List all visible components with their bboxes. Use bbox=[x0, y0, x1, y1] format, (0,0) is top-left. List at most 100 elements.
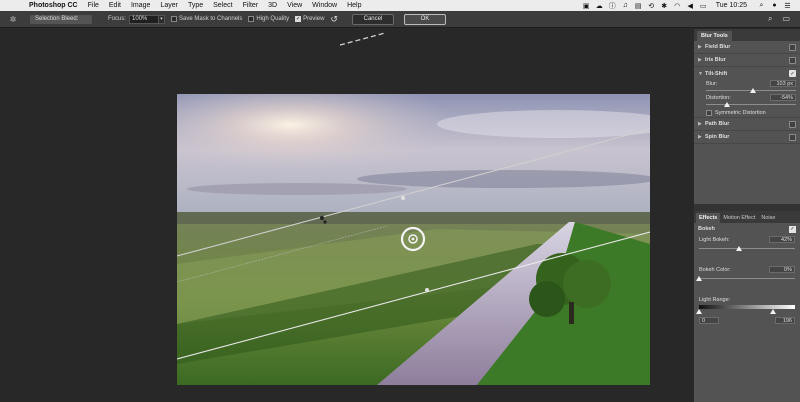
landscape-photo bbox=[177, 94, 650, 385]
battery-icon[interactable]: ▭ bbox=[699, 2, 708, 10]
light-range-max-thumb[interactable] bbox=[769, 309, 776, 314]
field-blur-label: Field Blur bbox=[705, 44, 731, 50]
camera-icon[interactable]: ▣ bbox=[582, 2, 591, 10]
bokeh-color-thumb[interactable] bbox=[696, 276, 702, 281]
tab-effects[interactable]: Effects bbox=[696, 213, 721, 223]
blur-slider-thumb[interactable] bbox=[749, 88, 756, 93]
field-blur-checkbox[interactable] bbox=[789, 43, 796, 51]
bokeh-color-input[interactable]: 0% bbox=[769, 266, 795, 273]
chevron-right-icon[interactable]: ▶ bbox=[698, 121, 705, 127]
bokeh-header: Bokeh ✓ bbox=[694, 223, 800, 235]
light-bokeh-label: Light Bokeh: bbox=[699, 237, 730, 243]
light-range-row: Light Range: 0 196 bbox=[694, 295, 800, 331]
bokeh-checkbox[interactable]: ✓ bbox=[789, 225, 796, 233]
path-blur-label: Path Blur bbox=[705, 121, 730, 127]
wifi-icon[interactable]: ◠ bbox=[673, 2, 682, 10]
light-bokeh-thumb[interactable] bbox=[736, 246, 743, 251]
iris-blur-checkbox[interactable] bbox=[789, 56, 796, 64]
high-quality-label: High Quality bbox=[256, 16, 290, 22]
blur-tools-tab[interactable]: Blur Tools bbox=[697, 31, 732, 41]
path-blur-checkbox[interactable] bbox=[789, 120, 796, 128]
options-bar: ✲ Selection Bleed: Focus: 100% ▾ Save Ma… bbox=[0, 11, 800, 28]
menu-3d[interactable]: 3D bbox=[268, 2, 277, 9]
light-range-gradient[interactable] bbox=[699, 305, 795, 309]
distortion-slider-thumb[interactable] bbox=[723, 102, 730, 107]
light-range-max-input[interactable]: 196 bbox=[775, 317, 795, 324]
spin-blur-checkbox[interactable] bbox=[789, 133, 796, 141]
photo-canvas[interactable] bbox=[177, 94, 650, 385]
cloud-icon[interactable]: ☁ bbox=[595, 2, 604, 10]
search-icon[interactable]: ⌕ bbox=[757, 2, 766, 10]
workspace-icon[interactable]: ▭ bbox=[782, 14, 790, 24]
iris-blur-row[interactable]: ▶ Iris Blur bbox=[694, 54, 800, 67]
reset-pins-icon[interactable]: ↺ bbox=[330, 14, 338, 25]
menu-image[interactable]: Image bbox=[131, 2, 150, 9]
effects-tabbar: Effects Motion Effect Noise bbox=[694, 211, 800, 223]
sync-icon[interactable]: ⟲ bbox=[647, 2, 656, 10]
menu-layer[interactable]: Layer bbox=[160, 2, 178, 9]
cancel-button[interactable]: Cancel bbox=[351, 13, 394, 25]
blur-tools-panel: Blur Tools ▶ Field Blur ▶ Iris Blur ▼ Ti… bbox=[693, 29, 800, 204]
chevron-down-icon[interactable]: ▼ bbox=[698, 71, 705, 77]
menu-bar: Photoshop CC File Edit Image Layer Type … bbox=[0, 0, 800, 11]
bokeh-color-track[interactable] bbox=[699, 278, 795, 279]
iris-blur-label: Iris Blur bbox=[705, 57, 726, 63]
blur-label: Blur: bbox=[706, 81, 718, 87]
tilt-shift-checkbox[interactable]: ✓ bbox=[789, 70, 796, 77]
lock-icon[interactable]: ▤ bbox=[634, 2, 643, 10]
light-range-min-input[interactable]: 0 bbox=[699, 317, 719, 324]
high-quality-checkbox-box[interactable] bbox=[248, 16, 255, 22]
search-icon[interactable]: ⌕ bbox=[768, 14, 772, 24]
field-blur-row[interactable]: ▶ Field Blur bbox=[694, 41, 800, 54]
info-icon[interactable]: ⓘ bbox=[608, 2, 617, 10]
menu-clock[interactable]: Tue 10:25 bbox=[716, 2, 747, 9]
distortion-slider-track[interactable] bbox=[706, 104, 796, 105]
user-avatar-icon[interactable]: ● bbox=[770, 2, 779, 10]
high-quality-checkbox[interactable]: High Quality bbox=[248, 16, 289, 22]
chevron-right-icon[interactable]: ▶ bbox=[698, 44, 705, 50]
menu-select[interactable]: Select bbox=[213, 2, 232, 9]
tilt-shift-label: Tilt-Shift bbox=[705, 70, 728, 77]
menu-edit[interactable]: Edit bbox=[109, 2, 121, 9]
menu-window[interactable]: Window bbox=[312, 2, 337, 9]
menu-file[interactable]: File bbox=[88, 2, 99, 9]
distortion-value-input[interactable]: -54% bbox=[770, 94, 796, 101]
focus-input[interactable]: 100% bbox=[129, 14, 160, 24]
tilt-shift-row[interactable]: ▼ Tilt-Shift ✓ bbox=[694, 67, 800, 80]
light-range-min-thumb[interactable] bbox=[696, 309, 702, 314]
preview-label: Preview bbox=[303, 16, 325, 22]
volume-icon[interactable]: ◀ bbox=[686, 2, 695, 10]
light-bokeh-track[interactable] bbox=[699, 248, 795, 249]
focus-dropdown-icon[interactable]: ▾ bbox=[159, 14, 166, 24]
spin-blur-row[interactable]: ▶ Spin Blur bbox=[694, 131, 800, 144]
music-icon[interactable]: ♫ bbox=[621, 2, 630, 10]
symmetric-distortion-checkbox[interactable]: Symmetric Distortion bbox=[694, 108, 800, 118]
ok-button[interactable]: OK bbox=[403, 13, 446, 25]
preview-checkbox-box[interactable]: ✓ bbox=[295, 16, 302, 22]
menu-help[interactable]: Help bbox=[347, 2, 361, 9]
chevron-right-icon[interactable]: ▶ bbox=[698, 57, 705, 63]
save-mask-checkbox[interactable]: Save Mask to Channels bbox=[171, 16, 242, 22]
blur-value-input[interactable]: 103 px bbox=[770, 80, 796, 87]
path-blur-row[interactable]: ▶ Path Blur bbox=[694, 118, 800, 131]
menu-app-name[interactable]: Photoshop CC bbox=[29, 2, 78, 9]
menu-filter[interactable]: Filter bbox=[243, 2, 259, 9]
bluetooth-icon[interactable]: ✱ bbox=[660, 2, 669, 10]
menu-view[interactable]: View bbox=[287, 2, 302, 9]
spin-blur-label: Spin Blur bbox=[705, 134, 730, 140]
symmetric-distortion-box[interactable] bbox=[706, 109, 712, 116]
save-mask-checkbox-box[interactable] bbox=[171, 16, 178, 22]
preview-checkbox[interactable]: ✓ Preview bbox=[295, 16, 324, 22]
focus-label: Focus: bbox=[108, 16, 127, 22]
bokeh-color-row: Bokeh Color: 0% bbox=[694, 265, 800, 295]
notification-list-icon[interactable]: ☰ bbox=[783, 2, 792, 10]
tab-motion-effect[interactable]: Motion Effect bbox=[720, 213, 758, 223]
blur-pin-tool-icon[interactable]: ✲ bbox=[6, 13, 20, 25]
light-bokeh-input[interactable]: 42% bbox=[769, 236, 795, 243]
chevron-right-icon[interactable]: ▶ bbox=[698, 134, 705, 140]
light-bokeh-row: Light Bokeh: 42% bbox=[694, 235, 800, 265]
canvas-area[interactable] bbox=[0, 29, 693, 402]
menu-type[interactable]: Type bbox=[188, 2, 203, 9]
blur-slider-row: Blur: 103 px bbox=[694, 80, 800, 94]
tab-noise[interactable]: Noise bbox=[758, 213, 778, 223]
